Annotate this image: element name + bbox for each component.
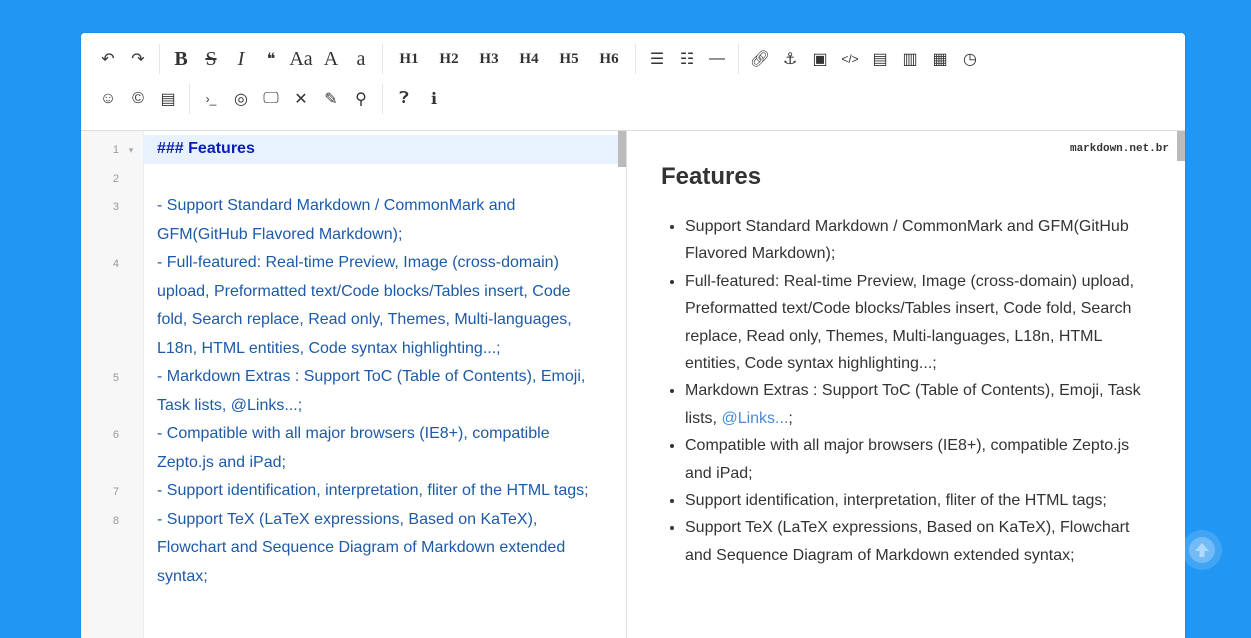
ordered-list-icon[interactable]: ☷: [672, 45, 702, 73]
fold-marker-icon: [119, 192, 143, 249]
line-number: 5: [112, 372, 119, 384]
ucfirst-button[interactable]: A: [316, 45, 346, 73]
brand-label: markdown.net.br: [1069, 143, 1169, 155]
line-number: 1: [112, 144, 119, 156]
scroll-top-button[interactable]: [1182, 530, 1222, 570]
line-number: 4: [112, 258, 119, 270]
line-number: 2: [112, 172, 119, 185]
fold-marker-icon: [119, 506, 143, 592]
h4-button[interactable]: H4: [509, 45, 549, 73]
links-link[interactable]: @Links...: [721, 410, 788, 427]
unordered-list-icon[interactable]: ☰: [642, 45, 672, 73]
horizontal-rule-icon[interactable]: —: [702, 45, 732, 73]
toolbar-group-insert: 🔗︎ ⚓︎ ▣ </> ▤ ▥ ▦ ◷: [739, 44, 991, 74]
toolbar-group-lists: ☰ ☷ —: [636, 44, 739, 74]
toolbar-group-format: B S I ❝ Aa Aa: [160, 44, 383, 74]
link-icon[interactable]: 🔗︎: [745, 45, 775, 73]
code-line-text: - Full-featured: Real-time Preview, Imag…: [157, 254, 572, 357]
image-icon[interactable]: ▣: [805, 45, 835, 73]
fold-marker-icon: [119, 420, 143, 477]
h5-button[interactable]: H5: [549, 45, 589, 73]
toolbar-group-extras: ☺ © ▤: [93, 84, 190, 114]
toolbar-group-view: ›_ ◎ 🖵︎ ✕ ✎ ⚲: [190, 84, 383, 114]
editor-toolbar: ↶ ↷ B S I ❝ Aa Aa H1 H2 H3 H4 H5 H6 ☰ ☷ — 🔗︎ ⚓︎ ▣ </> ▤ ▥ ▦ ◷ ☺ ©…: [81, 33, 1185, 131]
code-line-text: - Support identification, interpretation…: [157, 482, 589, 499]
toolbar-group-history: ↶ ↷: [93, 44, 160, 74]
preview-list-item: Markdown Extras : Support ToC (Table of …: [685, 377, 1155, 432]
preview-list-item: Full-featured: Real-time Preview, Image …: [685, 268, 1155, 378]
code-line-text: - Support TeX (LaTeX expressions, Based …: [157, 510, 566, 585]
fold-marker-icon: [119, 477, 143, 506]
fullscreen-icon[interactable]: ✕: [286, 85, 316, 113]
code-line-text: - Support Standard Markdown / CommonMark…: [157, 197, 516, 243]
strikethrough-button[interactable]: S: [196, 45, 226, 73]
code-lines: 1 ▾ ### Features 2 3 - Support Standard Mark…: [81, 135, 626, 591]
code-line[interactable]: 1 ▾ ### Features: [81, 135, 626, 164]
preview-pane: markdown.net.br Features Support Standar…: [627, 131, 1185, 638]
info-icon[interactable]: ℹ︎: [419, 85, 449, 113]
anchor-icon[interactable]: ⚓︎: [775, 45, 805, 73]
code-line-text: - Compatible with all major browsers (IE…: [157, 425, 550, 471]
line-number: 7: [112, 486, 119, 498]
code-line-text: [143, 164, 626, 193]
help-icon[interactable]: ❓︎: [389, 85, 419, 113]
quote-button[interactable]: ❝: [256, 45, 286, 73]
code-line[interactable]: 5 - Markdown Extras : Support ToC (Table …: [81, 363, 626, 420]
code-line-text: - Markdown Extras : Support ToC (Table o…: [157, 368, 586, 414]
preview-heading: Features: [661, 163, 762, 190]
fold-marker-icon: [119, 164, 143, 193]
preview-list-item: Compatible with all major browsers (IE8+…: [685, 432, 1155, 487]
preview-feature-list: Support Standard Markdown / CommonMark a…: [661, 213, 1155, 569]
watch-toggle-icon[interactable]: ◎: [226, 85, 256, 113]
goto-line-icon[interactable]: ›_: [196, 85, 226, 113]
clear-icon[interactable]: ✎: [316, 85, 346, 113]
undo-icon[interactable]: ↶: [93, 45, 123, 73]
preview-scrollbar[interactable]: [1177, 131, 1185, 161]
h3-button[interactable]: H3: [469, 45, 509, 73]
code-scrollbar[interactable]: [618, 131, 626, 167]
html-entities-icon[interactable]: ©: [123, 85, 153, 113]
preview-list-item: Support identification, interpretation, …: [685, 487, 1155, 514]
toolbar-group-help: ❓︎ ℹ︎: [383, 84, 455, 114]
toolbar-row-1: ↶ ↷ B S I ❝ Aa Aa H1 H2 H3 H4 H5 H6 ☰ ☷ — 🔗︎ ⚓︎ ▣ </> ▤ ▥ ▦ ◷: [93, 39, 1185, 79]
line-number: 8: [112, 514, 119, 527]
datetime-icon[interactable]: ◷: [955, 45, 985, 73]
uppercase-button[interactable]: Aa: [286, 45, 316, 73]
h2-button[interactable]: H2: [429, 45, 469, 73]
h1-button[interactable]: H1: [389, 45, 429, 73]
code-line[interactable]: 6 - Compatible with all major browsers (I…: [81, 420, 626, 477]
preview-list-item: Support TeX (LaTeX expressions, Based on…: [685, 514, 1155, 569]
emoji-icon[interactable]: ☺: [93, 85, 123, 113]
pagebreak-icon[interactable]: ▤: [153, 85, 183, 113]
code-line[interactable]: 7 - Support identification, interpretatio…: [81, 477, 626, 506]
preview-list-item: Support Standard Markdown / CommonMark a…: [685, 213, 1155, 268]
italic-button[interactable]: I: [226, 45, 256, 73]
fold-marker-icon: [119, 249, 143, 363]
toolbar-row-2: ☺ © ▤ ›_ ◎ 🖵︎ ✕ ✎ ⚲ ❓︎ ℹ︎: [93, 79, 1185, 119]
lowercase-button[interactable]: a: [346, 45, 376, 73]
code-line[interactable]: 3 - Support Standard Markdown / CommonMar…: [81, 192, 626, 249]
markdown-editor: ↶ ↷ B S I ❝ Aa Aa H1 H2 H3 H4 H5 H6 ☰ ☷ — 🔗︎ ⚓︎ ▣ </> ▤ ▥ ▦ ◷ ☺ ©…: [81, 33, 1185, 638]
editor-panes: 1 ▾ ### Features 2 3 - Support Standard Mark…: [81, 131, 1185, 638]
preformatted-text-icon[interactable]: ▥: [895, 45, 925, 73]
code-icon[interactable]: </>: [835, 45, 865, 73]
code-editor-pane[interactable]: 1 ▾ ### Features 2 3 - Support Standard Mark…: [81, 131, 627, 638]
bold-button[interactable]: B: [166, 45, 196, 73]
search-icon[interactable]: ⚲: [346, 85, 376, 113]
preview-icon[interactable]: 🖵︎: [256, 85, 286, 113]
code-line-text: ### Features: [143, 135, 626, 164]
code-line[interactable]: 2: [81, 164, 626, 193]
fold-marker-icon: [119, 363, 143, 420]
redo-icon[interactable]: ↷: [123, 45, 153, 73]
code-line[interactable]: 4 - Full-featured: Real-time Preview, Ima…: [81, 249, 626, 363]
code-block-icon[interactable]: ▤: [865, 45, 895, 73]
line-number: 6: [112, 429, 119, 441]
code-line[interactable]: 8 - Support TeX (LaTeX expressions, Based…: [81, 506, 626, 592]
line-number: 3: [112, 201, 119, 213]
h6-button[interactable]: H6: [589, 45, 629, 73]
arrow-up-icon: [1189, 537, 1215, 563]
table-icon[interactable]: ▦: [925, 45, 955, 73]
fold-marker-icon[interactable]: ▾: [119, 135, 143, 164]
toolbar-group-headings: H1 H2 H3 H4 H5 H6: [383, 44, 636, 74]
